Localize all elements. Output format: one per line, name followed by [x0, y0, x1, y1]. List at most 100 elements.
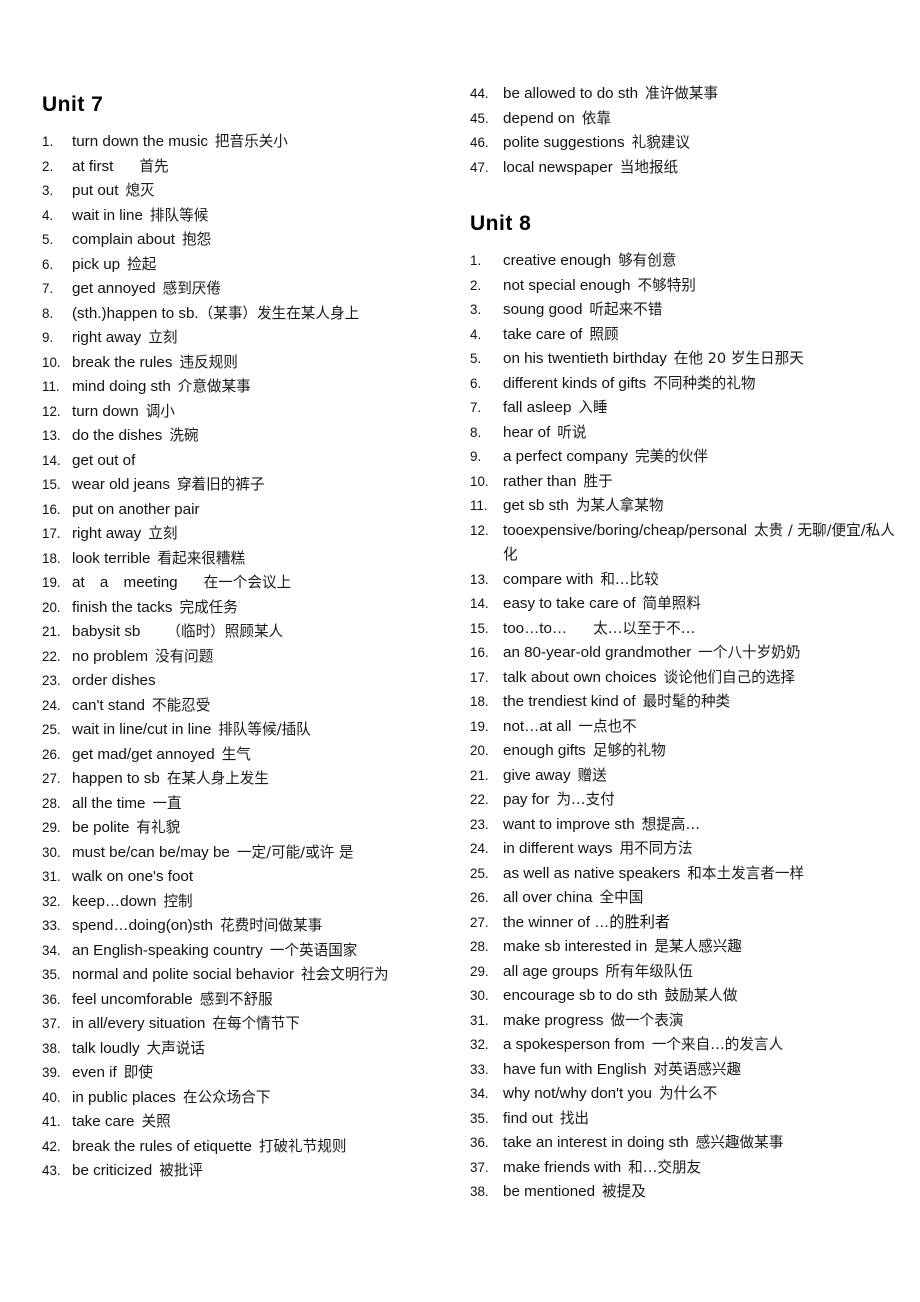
entry-english: in public places [72, 1088, 176, 1106]
entry-number: 6. [42, 256, 54, 272]
entry-text: right away 立刻 [72, 522, 452, 547]
vocab-entry: 39. even if 即使 [42, 1061, 452, 1086]
entry-english: all the time [72, 794, 146, 812]
entry-english: wait in line/cut in line [72, 721, 212, 738]
entry-text: take care of 照顾 [503, 323, 895, 348]
entry-english: right away [72, 525, 142, 542]
entry-text: different kinds of gifts 不同种类的礼物 [503, 372, 895, 397]
entry-chinese: 调小 [145, 402, 175, 420]
entry-chinese: 花费时间做某事 [220, 917, 323, 934]
entry-text: the trendiest kind of 最时髦的种类 [503, 690, 895, 715]
entry-text: even if 即使 [72, 1061, 452, 1086]
entry-english: be mentioned [503, 1183, 596, 1200]
entry-english: get mad/get annoyed [72, 745, 215, 763]
entry-number: 2. [42, 158, 54, 174]
entry-english: get out of [72, 451, 136, 469]
entry-number: 1. [42, 134, 54, 149]
entry-chinese: 穿着旧的裤子 [176, 476, 265, 493]
entry-english: all over china [503, 889, 593, 906]
vocab-entry: 17. right away 立刻 [42, 522, 452, 547]
vocab-entry: 2. not special enough 不够特别 [470, 274, 895, 299]
entry-number: 21. [42, 624, 61, 639]
entry-number: 3. [470, 302, 482, 317]
entry-chinese: 被提及 [602, 1183, 646, 1200]
vocab-entry: 43. be criticized 被批评 [42, 1159, 452, 1184]
vocab-entry: 6. different kinds of gifts 不同种类的礼物 [470, 372, 895, 397]
vocab-entry: 28. all the time 一直 [42, 792, 452, 817]
unit-heading-left: Unit 7 [42, 93, 104, 116]
entry-number: 16. [470, 645, 489, 660]
entry-number: 21. [470, 767, 489, 783]
entry-number: 22. [42, 648, 61, 664]
vocab-entry: 36. take an interest in doing sth 感兴趣做某事 [470, 1131, 895, 1156]
unit-heading-right: Unit 8 [470, 212, 532, 235]
entry-number: 24. [42, 697, 61, 713]
entry-english: be polite [72, 819, 130, 836]
entry-english: look terrible [72, 549, 151, 567]
entry-english: order dishes [72, 672, 156, 689]
entry-english: turn down [72, 402, 139, 420]
entry-text: polite suggestions 礼貌建议 [503, 131, 895, 156]
entry-chinese: 为什么不 [658, 1085, 718, 1102]
entry-text: must be/can be/may be 一定/可能/或许 是 [72, 841, 452, 866]
entry-text: all over china 全中国 [503, 886, 895, 911]
entry-text: on his twentieth birthday 在他 20 岁生日那天 [503, 347, 895, 372]
entry-english: soung good [503, 301, 583, 318]
vocab-entry: 10. break the rules 违反规则 [42, 351, 452, 376]
entry-number: 8. [470, 424, 482, 440]
vocab-entry: 1. creative enough 够有创意 [470, 249, 895, 274]
entry-english: take care of [503, 325, 583, 343]
entry-number: 27. [42, 771, 61, 786]
entry-english: local newspaper [503, 158, 613, 176]
entry-text: pick up 捡起 [72, 253, 452, 278]
entry-text: get out of [72, 449, 452, 474]
entry-chinese: 礼貌建议 [631, 134, 690, 151]
entry-english: wear old jeans [72, 476, 170, 493]
entry-text: do the dishes 洗碗 [72, 424, 452, 449]
entry-chinese: 和本土发言者一样 [687, 864, 805, 882]
vocab-entry: 40. in public places 在公众场合下 [42, 1086, 452, 1111]
vocab-entry: 17. talk about own choices 谈论他们自己的选择 [470, 666, 895, 691]
entry-chinese: 够有创意 [618, 252, 677, 269]
entry-chinese: 胜于 [583, 472, 613, 490]
vocab-entry: 22. pay for 为…支付 [470, 788, 895, 813]
vocab-entry: 47. local newspaper 当地报纸 [470, 156, 895, 181]
entry-chinese: 在某人身上发生 [166, 770, 269, 787]
entry-number: 23. [42, 673, 61, 688]
entry-chinese: 没有问题 [154, 647, 214, 665]
vocab-entry: 2. at first 首先 [42, 155, 452, 180]
entry-text: babysit sb （临时）照顾某人 [72, 620, 452, 645]
entry-english: finish the tacks [72, 598, 173, 616]
entry-english: mind doing sth [72, 378, 171, 395]
entry-english: encourage sb to do sth [503, 987, 658, 1004]
entry-english: be allowed to do sth [503, 85, 639, 102]
entry-number: 31. [42, 869, 61, 884]
entry-english: take care [72, 1113, 135, 1130]
entry-text: why not/why don't you 为什么不 [503, 1082, 895, 1107]
entry-english: an 80-year-old grandmother [503, 644, 692, 661]
entry-number: 35. [42, 967, 61, 982]
vocab-entry: 41. take care 关照 [42, 1110, 452, 1135]
entry-number: 25. [470, 865, 489, 881]
entry-number: 13. [42, 428, 61, 443]
entry-english: easy to take care of [503, 595, 636, 612]
vocab-entry: 12. turn down 调小 [42, 400, 452, 425]
entry-number: 16. [42, 501, 61, 517]
entry-number: 38. [470, 1184, 489, 1199]
entry-english: an English-speaking country [72, 941, 263, 959]
vocab-entry: 35. normal and polite social behavior 社会文明… [42, 963, 452, 988]
entry-text: wait in line/cut in line 排队等候/插队 [72, 718, 452, 743]
entry-english: not special enough [503, 276, 631, 294]
entry-text: right away 立刻 [72, 326, 452, 351]
vocab-entry: 6. pick up 捡起 [42, 253, 452, 278]
entry-english: take an interest in doing sth [503, 1134, 689, 1151]
vocab-entry: 3. soung good 听起来不错 [470, 298, 895, 323]
entry-english: make friends with [503, 1158, 622, 1176]
entry-text: enough gifts 足够的礼物 [503, 739, 895, 764]
entry-english: spend…doing(on)sth [72, 917, 213, 934]
entry-text: local newspaper 当地报纸 [503, 156, 895, 181]
entry-english: in all/every situation [72, 1015, 206, 1032]
entry-english: compare with [503, 570, 594, 588]
entry-number: 28. [470, 939, 489, 954]
entry-number: 25. [42, 722, 61, 737]
